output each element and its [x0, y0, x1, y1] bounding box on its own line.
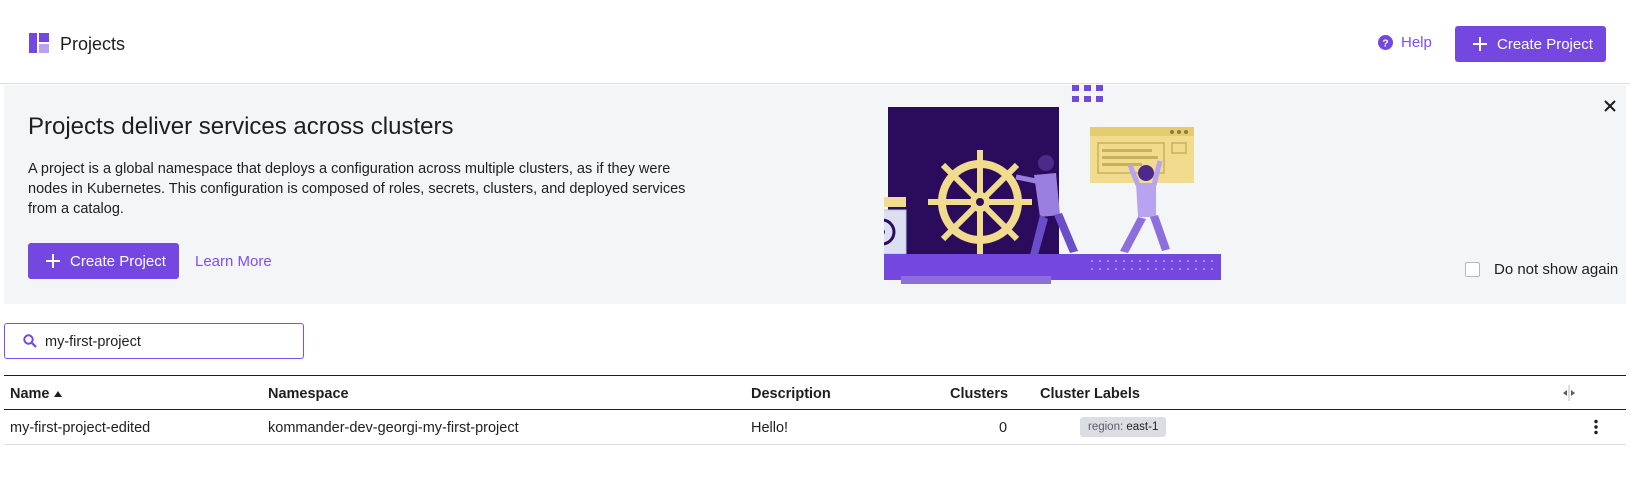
svg-text:?: ?	[1382, 38, 1388, 49]
intro-banner: Projects deliver services across cluster…	[4, 85, 1626, 304]
create-project-label: Create Project	[1497, 35, 1593, 53]
column-header-name-label: Name	[10, 386, 50, 402]
column-header-namespace[interactable]: Namespace	[268, 386, 349, 402]
page-header: Projects ? Help Create Project	[0, 0, 1630, 84]
cluster-label-chip: region: east-1	[1080, 417, 1167, 437]
banner-title: Projects deliver services across cluster…	[28, 113, 454, 140]
project-name[interactable]: my-first-project-edited	[10, 420, 150, 436]
cluster-label-value: east-1	[1126, 421, 1159, 433]
do-not-show-again: Do not show again	[1465, 261, 1618, 278]
page-title: Projects	[60, 34, 126, 54]
column-resize-icon[interactable]	[1562, 385, 1576, 401]
banner-description: A project is a global namespace that dep…	[28, 161, 686, 217]
kubernetes-helm-illustration	[884, 85, 1221, 284]
table-row[interactable]: my-first-project-edited kommander-dev-ge…	[4, 410, 1626, 445]
do-not-show-again-checkbox[interactable]	[1465, 262, 1480, 277]
help-circle-icon: ?	[1378, 35, 1393, 50]
header-create-project-button[interactable]: Create Project	[1455, 26, 1606, 62]
project-description: Hello!	[751, 420, 789, 436]
projects-grid-icon	[29, 33, 49, 53]
project-clusters-count: 0	[999, 420, 1008, 436]
help-label: Help	[1401, 34, 1432, 51]
table-header: Name Namespace Description Clusters Clus…	[4, 375, 1626, 410]
banner-create-project-button[interactable]: Create Project	[28, 243, 179, 279]
create-project-label: Create Project	[70, 252, 166, 270]
column-header-name[interactable]: Name	[10, 386, 62, 402]
cluster-label-key: region:	[1088, 421, 1124, 433]
help-link[interactable]: ? Help	[1378, 34, 1432, 51]
column-header-cluster-labels[interactable]: Cluster Labels	[1040, 386, 1140, 402]
learn-more-link[interactable]: Learn More	[195, 253, 272, 270]
search-input[interactable]	[45, 331, 295, 353]
column-header-description[interactable]: Description	[751, 386, 831, 402]
plus-icon	[1473, 37, 1487, 51]
projects-table: Name Namespace Description Clusters Clus…	[4, 375, 1626, 445]
row-actions-kebab-icon[interactable]	[1593, 419, 1599, 435]
plus-icon	[46, 254, 60, 268]
sort-ascending-icon	[53, 391, 62, 398]
search-icon	[23, 334, 37, 348]
project-search	[4, 323, 304, 359]
do-not-show-again-label: Do not show again	[1494, 261, 1619, 278]
close-icon[interactable]	[1603, 99, 1617, 113]
column-header-clusters[interactable]: Clusters	[950, 386, 1008, 402]
project-namespace: kommander-dev-georgi-my-first-project	[268, 420, 519, 436]
